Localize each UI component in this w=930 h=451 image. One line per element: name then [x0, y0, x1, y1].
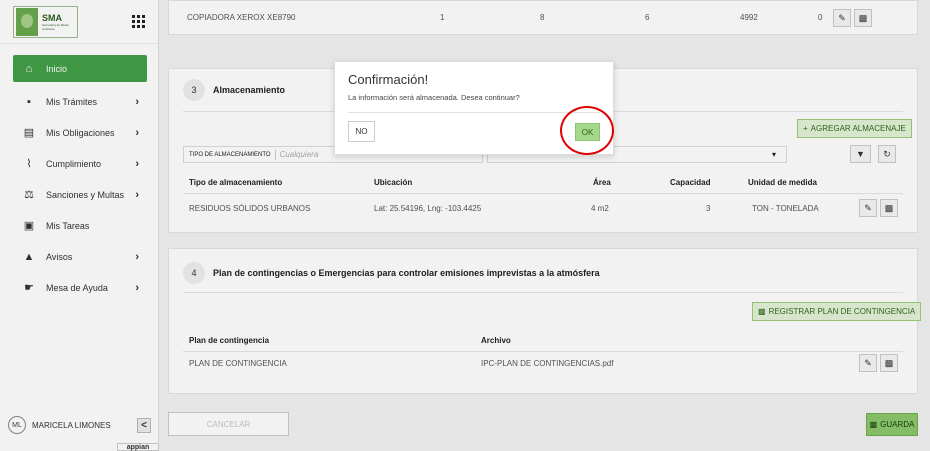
user-footer: ML MARICELA LIMONES < — [0, 410, 159, 440]
delete-button[interactable]: ▩ — [854, 9, 872, 27]
sidebar-item-label: Mis Tareas — [46, 220, 90, 231]
previous-section-card: COPIADORA XEROX XE8790 1 8 6 4992 0 ✎ ▩ — [168, 0, 918, 35]
sidebar-item-mis-tareas[interactable]: ▣ Mis Tareas — [13, 210, 147, 241]
pencil-icon: ✎ — [838, 12, 846, 23]
cancel-button[interactable]: CANCELAR — [168, 412, 289, 436]
table-cell: TON - TONELADA — [752, 204, 819, 213]
trash-icon: ▩ — [858, 12, 868, 23]
table-cell: 4 m2 — [591, 204, 609, 213]
section-title: Plan de contingencias o Emergencias para… — [213, 268, 600, 278]
sidebar: SMA Secretaría de Medio Ambiente ⌂ Inici… — [0, 0, 159, 451]
sidebar-header: SMA Secretaría de Medio Ambiente — [0, 0, 158, 44]
trash-icon: ▩ — [884, 202, 894, 213]
section-number: 3 — [183, 79, 205, 101]
sidebar-item-inicio[interactable]: ⌂ Inicio — [13, 55, 147, 82]
chevron-right-icon: › — [135, 126, 139, 139]
sidebar-item-mis-tramites[interactable]: ▪ Mis Trámites › — [13, 86, 147, 117]
edit-button[interactable]: ✎ — [833, 9, 851, 27]
institution-icon: ▤ — [23, 127, 35, 139]
dialog-divider — [348, 112, 600, 113]
column-header: Unidad de medida — [748, 178, 817, 187]
column-header: Ubicación — [374, 178, 413, 187]
register-contingency-button[interactable]: ▩ REGISTRAR PLAN DE CONTINGENCIA — [752, 302, 922, 321]
compliance-icon: ⌇ — [26, 158, 32, 170]
briefcase-icon: ▣ — [23, 220, 35, 232]
sma-logo[interactable]: SMA Secretaría de Medio Ambiente — [13, 5, 78, 38]
filter-icon: ▼ — [856, 149, 865, 159]
section-contingencia: 4 Plan de contingencias o Emergencias pa… — [168, 248, 922, 394]
sidebar-item-label: Mis Trámites — [46, 96, 98, 107]
sidebar-item-label: Avisos — [46, 251, 73, 262]
equipment-value: 4992 — [740, 13, 758, 22]
equipment-value: 1 — [440, 13, 445, 22]
sidebar-item-label: Mis Obligaciones — [46, 127, 115, 138]
avatar[interactable]: ML — [8, 416, 26, 434]
warning-icon: ▲ — [23, 250, 35, 263]
sanctions-icon: ⚖ — [24, 189, 34, 201]
collapse-sidebar-button[interactable]: < — [137, 417, 151, 433]
delete-button[interactable]: ▩ — [880, 354, 898, 372]
handshake-icon: ☛ — [24, 282, 34, 294]
sidebar-item-mis-obligaciones[interactable]: ▤ Mis Obligaciones › — [13, 117, 147, 148]
refresh-button[interactable]: ↻ — [878, 145, 896, 163]
equipment-value: 6 — [645, 13, 650, 22]
app-grid-icon[interactable] — [132, 15, 145, 28]
home-icon: ⌂ — [25, 62, 33, 75]
dialog-title: Confirmación! — [348, 72, 429, 87]
table-cell: RESIDUOS SÓLIDOS URBANOS — [189, 204, 311, 213]
trash-icon: ▩ — [884, 357, 894, 368]
sidebar-item-mesa-ayuda[interactable]: ☛ Mesa de Ayuda › — [13, 272, 147, 303]
chevron-right-icon: › — [135, 157, 139, 170]
document-icon: ▪ — [27, 95, 31, 108]
sidebar-item-avisos[interactable]: ▲ Avisos › — [13, 241, 147, 272]
file-link[interactable]: IPC-PLAN DE CONTINGENCIAS.pdf — [481, 359, 613, 368]
dialog-message: La información será almacenada. Desea co… — [348, 93, 520, 102]
column-header: Tipo de almacenamiento — [189, 178, 283, 187]
no-button[interactable]: NO — [348, 121, 375, 142]
add-storage-button[interactable]: + AGREGAR ALMACENAJE — [797, 119, 912, 138]
column-header: Plan de contingencia — [189, 336, 270, 345]
edit-button[interactable]: ✎ — [859, 354, 877, 372]
equipment-name: COPIADORA XEROX XE8790 — [187, 13, 296, 22]
sidebar-item-label: Mesa de Ayuda — [46, 282, 108, 293]
sidebar-item-label: Inicio — [46, 63, 68, 74]
ok-highlight-circle — [560, 106, 614, 155]
sidebar-item-label: Cumplimiento — [46, 158, 102, 169]
logo-title: SMA — [42, 12, 62, 23]
table-cell: PLAN DE CONTINGENCIA — [189, 359, 287, 368]
plus-icon: + — [803, 124, 808, 133]
filter-button[interactable]: ▼ — [850, 145, 871, 163]
chevron-right-icon: › — [135, 250, 139, 263]
table-cell: 3 — [706, 204, 711, 213]
refresh-icon: ↻ — [883, 148, 891, 159]
delete-button[interactable]: ▩ — [880, 199, 898, 217]
logo-subtitle: Secretaría de Medio Ambiente — [42, 22, 70, 31]
pencil-icon: ✎ — [864, 357, 872, 368]
sidebar-item-cumplimiento[interactable]: ⌇ Cumplimiento › — [13, 148, 147, 179]
sidebar-item-sanciones[interactable]: ⚖ Sanciones y Multas › — [13, 179, 147, 210]
sidebar-item-label: Sanciones y Multas — [46, 189, 125, 200]
column-header: Archivo — [481, 336, 511, 345]
user-name: MARICELA LIMONES — [32, 420, 111, 430]
table-cell: Lat: 25.54196, Lng: -103.4425 — [374, 204, 482, 213]
section-number: 4 — [183, 262, 205, 284]
column-header: Capacidad — [670, 178, 711, 187]
chevron-down-icon: ▾ — [771, 150, 776, 159]
save-icon: ▩ — [869, 420, 878, 429]
sidebar-nav: ⌂ Inicio ▪ Mis Trámites › ▤ Mis Obligaci… — [13, 55, 147, 303]
document-icon: ▩ — [758, 307, 766, 316]
logo-emblem-icon — [16, 7, 38, 36]
section-title: Almacenamiento — [213, 85, 286, 95]
column-header: Área — [593, 178, 611, 187]
appian-logo: appian — [117, 443, 159, 451]
chevron-right-icon: › — [135, 281, 139, 294]
chevron-right-icon: › — [135, 95, 139, 108]
equipment-value: 8 — [540, 13, 545, 22]
pencil-icon: ✎ — [864, 202, 872, 213]
save-button[interactable]: ▩ GUARDA — [866, 413, 918, 436]
edit-button[interactable]: ✎ — [859, 199, 877, 217]
equipment-value: 0 — [818, 13, 823, 22]
chevron-right-icon: › — [135, 188, 139, 201]
